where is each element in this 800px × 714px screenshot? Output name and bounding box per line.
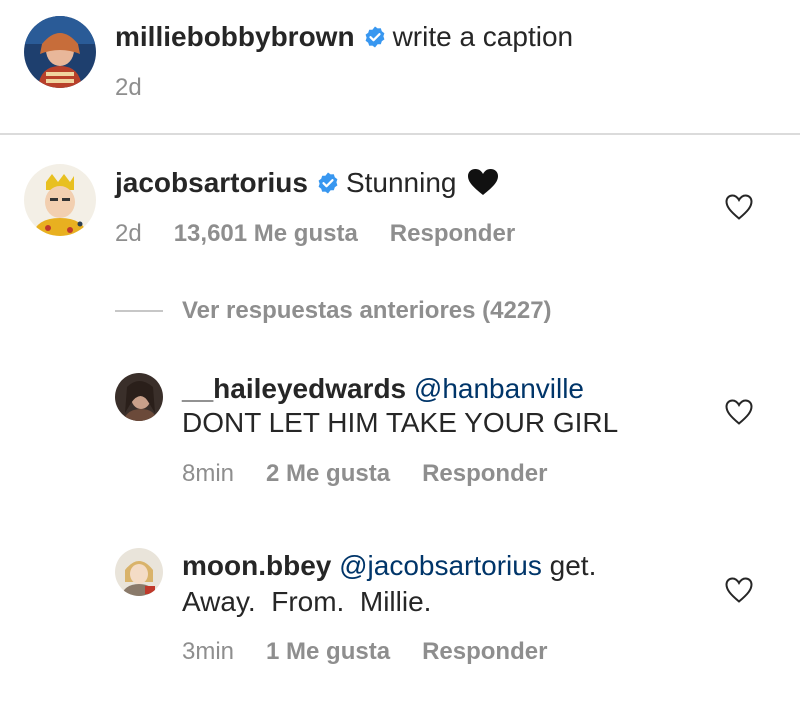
verified-badge-icon — [363, 25, 387, 49]
post-author-username[interactable]: milliebobbybrown — [115, 21, 355, 52]
reply-likes[interactable]: 2 Me gusta — [266, 460, 390, 487]
reply-author-avatar[interactable] — [115, 373, 163, 421]
divider — [0, 133, 800, 135]
reply-time[interactable]: 3min — [182, 638, 234, 665]
reply-author-username[interactable]: moon.bbey — [182, 550, 331, 581]
reply-mention[interactable]: @jacobsartorius — [339, 550, 542, 581]
comment-text-line: jacobsartorius Stunning 🖤 — [115, 166, 499, 204]
reply-text: DONT LET HIM TAKE YOUR GIRL — [182, 407, 619, 438]
verified-badge-icon — [316, 171, 340, 195]
reply-mention[interactable]: @hanbanville — [414, 373, 584, 404]
view-previous-replies-button[interactable]: Ver respuestas anteriores (4227) — [182, 297, 552, 325]
reply-time[interactable]: 8min — [182, 460, 234, 487]
comment-author-avatar[interactable] — [24, 164, 96, 236]
comment-text: Stunning — [345, 167, 457, 198]
comment-likes[interactable]: 13,601 Me gusta — [174, 220, 358, 247]
post-caption-line: milliebobbybrown write a caption — [115, 20, 573, 54]
reply-button[interactable]: Responder — [422, 460, 547, 487]
comment-meta: 2d 13,601 Me gusta Responder — [115, 220, 547, 248]
black-heart-emoji: 🖤 — [467, 168, 499, 204]
reply-author-username[interactable]: __haileyedwards — [182, 373, 406, 404]
heart-outline-icon[interactable] — [724, 576, 754, 604]
reply-author-avatar[interactable] — [115, 548, 163, 596]
post-time[interactable]: 2d — [115, 74, 142, 102]
reply-likes[interactable]: 1 Me gusta — [266, 638, 390, 665]
replies-separator — [115, 310, 163, 312]
reply-button[interactable]: Responder — [390, 220, 515, 247]
reply-meta: 3min 1 Me gusta Responder — [182, 638, 579, 666]
reply-text: get. — [549, 550, 597, 581]
black-heart-icon — [467, 169, 498, 195]
reply-text-continued: Away. From. Millie. — [182, 586, 432, 617]
comment-time[interactable]: 2d — [115, 220, 142, 247]
reply-button[interactable]: Responder — [422, 638, 547, 665]
reply-meta: 8min 2 Me gusta Responder — [182, 460, 579, 488]
post-author-avatar[interactable] — [24, 16, 96, 88]
post-caption: write a caption — [392, 21, 574, 52]
comment-author-username[interactable]: jacobsartorius — [115, 167, 308, 198]
reply-text-line: __haileyedwards @hanbanville — [182, 372, 584, 406]
heart-outline-icon[interactable] — [724, 193, 754, 221]
heart-outline-icon[interactable] — [724, 398, 754, 426]
reply-text-line: moon.bbey @jacobsartorius get. — [182, 549, 596, 583]
